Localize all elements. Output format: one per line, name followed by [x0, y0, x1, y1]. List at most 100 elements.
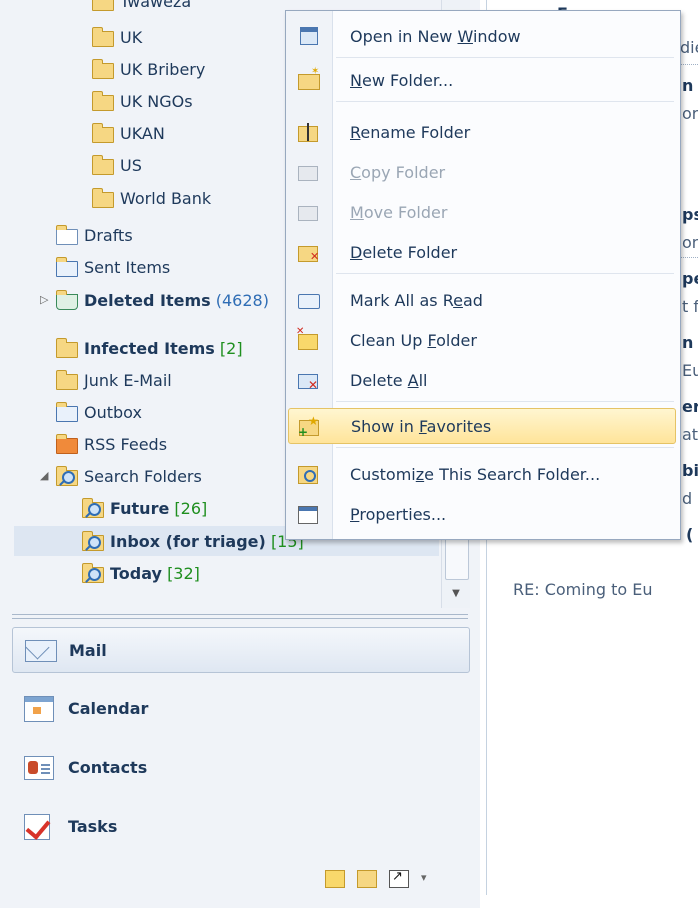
unread-count: (4628): [215, 290, 269, 310]
folder-item-uk[interactable]: UK: [92, 22, 142, 52]
pane-splitter-line: [12, 618, 468, 619]
scroll-down-arrow-icon[interactable]: ▼: [448, 588, 464, 600]
nav-calendar-button[interactable]: Calendar: [12, 686, 468, 730]
message-subject-fragment: or: [682, 104, 698, 123]
menu-item-label: Delete All: [350, 370, 428, 390]
message-subject-fragment: Eu: [682, 361, 698, 380]
menu-item-label: Show in Favorites: [351, 416, 492, 436]
contacts-icon: [22, 753, 56, 781]
nav-shortcut-bar: ▾: [325, 869, 431, 888]
menu-item-open-new-window[interactable]: Open in New Window: [288, 19, 676, 53]
expand-arrow-icon[interactable]: ▷: [40, 293, 48, 306]
folder-list-icon[interactable]: [357, 870, 377, 888]
nav-mail-button[interactable]: Mail: [12, 627, 470, 673]
clean-up-icon: [296, 326, 320, 350]
delete-folder-icon: [298, 242, 320, 263]
shortcuts-icon[interactable]: [389, 869, 409, 888]
search-folder-icon: [56, 466, 78, 486]
folder-item-rss-feeds[interactable]: RSS Feeds: [56, 429, 167, 459]
menu-item-delete-folder[interactable]: Delete Folder: [288, 235, 676, 269]
folder-item-future[interactable]: Future [26]: [82, 493, 207, 523]
menu-item-rename-folder[interactable]: Rename Folder: [288, 115, 676, 149]
menu-item-label: Move Folder: [350, 202, 448, 222]
pane-splitter[interactable]: [12, 614, 468, 615]
nav-label: Mail: [69, 640, 107, 660]
folder-label: Infected Items: [84, 338, 215, 358]
folder-item-twaweza[interactable]: Twaweza: [92, 0, 191, 16]
new-folder-icon: [298, 66, 320, 90]
collapse-arrow-icon[interactable]: ◢: [40, 469, 48, 482]
menu-item-move-folder: Move Folder: [288, 195, 676, 229]
menu-item-properties[interactable]: Properties...: [288, 497, 676, 531]
menu-item-customize-search-folder[interactable]: Customize This Search Folder...: [288, 457, 676, 491]
drafts-icon: [56, 225, 78, 245]
folder-label: Sent Items: [84, 257, 171, 277]
menu-item-clean-up-folder[interactable]: Clean Up Folder: [288, 323, 676, 357]
menu-separator: [336, 401, 674, 402]
outbox-icon: [56, 402, 78, 422]
recycle-bin-icon: [56, 290, 78, 310]
customize-search-icon: [298, 464, 320, 484]
folder-label: UK Bribery: [120, 59, 206, 79]
menu-item-label: Delete Folder: [350, 242, 458, 262]
mark-read-icon: [298, 290, 320, 310]
folder-label: US: [120, 155, 142, 175]
folder-label: Junk E-Mail: [84, 370, 172, 390]
folder-icon: [56, 338, 78, 358]
folder-item-search-folders[interactable]: Search Folders: [56, 461, 202, 491]
menu-item-delete-all[interactable]: Delete All: [288, 363, 676, 397]
message-sender-fragment: pe: [682, 269, 698, 288]
folder-item-today[interactable]: Today [32]: [82, 558, 200, 588]
folder-item-drafts[interactable]: Drafts: [56, 220, 133, 250]
folder-item-uk-bribery[interactable]: UK Bribery: [92, 54, 205, 84]
folder-context-menu: Open in New Window New Folder... Rename …: [285, 10, 681, 540]
properties-icon: [298, 504, 320, 524]
move-folder-icon: [298, 202, 320, 222]
folder-label: Deleted Items: [84, 290, 211, 310]
message-sender-fragment: ps: [682, 205, 698, 224]
folder-icon: [92, 91, 114, 111]
nav-contacts-button[interactable]: Contacts: [12, 745, 468, 789]
menu-item-mark-all-read[interactable]: Mark All as Read: [288, 283, 676, 317]
menu-item-new-folder[interactable]: New Folder...: [288, 63, 676, 97]
folder-label: Today: [110, 563, 162, 583]
folder-icon: [92, 155, 114, 175]
folder-item-junk-email[interactable]: Junk E-Mail: [56, 365, 172, 395]
menu-item-show-in-favorites[interactable]: Show in Favorites: [288, 408, 676, 444]
folder-label: Twaweza: [120, 0, 192, 11]
nav-tasks-button[interactable]: Tasks: [12, 804, 468, 848]
message-sender-fragment: n (: [682, 333, 698, 352]
folder-icon: [92, 0, 114, 11]
favorites-icon: [298, 414, 321, 439]
nav-label: Contacts: [68, 757, 148, 777]
folder-item-deleted-items[interactable]: Deleted Items (4628): [56, 285, 269, 315]
menu-item-label: Clean Up Folder: [350, 330, 477, 350]
folder-item-infected-items[interactable]: Infected Items [2]: [56, 333, 243, 363]
folder-item-sent-items[interactable]: Sent Items: [56, 252, 170, 282]
menu-separator: [336, 273, 674, 274]
configure-buttons-arrow-icon[interactable]: ▾: [421, 870, 431, 886]
menu-separator: [336, 447, 674, 448]
menu-item-label: Customize This Search Folder...: [350, 464, 601, 484]
folder-item-world-bank[interactable]: World Bank: [92, 183, 211, 213]
rss-feed-icon: [56, 434, 78, 454]
folder-item-ukan[interactable]: UKAN: [92, 118, 165, 148]
search-folder-icon: [82, 498, 104, 518]
folder-item-outbox[interactable]: Outbox: [56, 397, 142, 427]
folder-item-uk-ngos[interactable]: UK NGOs: [92, 86, 193, 116]
notes-icon[interactable]: [325, 870, 345, 888]
tasks-icon: [22, 812, 56, 840]
mail-icon: [23, 636, 57, 664]
message-subject[interactable]: RE: Coming to Eu: [513, 580, 652, 599]
folder-icon: [92, 188, 114, 208]
folder-label: UK NGOs: [120, 91, 193, 111]
delete-all-icon: [298, 370, 320, 392]
sent-items-icon: [56, 257, 78, 277]
menu-separator: [336, 57, 674, 58]
folder-label: UKAN: [120, 123, 165, 143]
item-count: [2]: [219, 338, 243, 358]
message-sender-fragment: bi: [682, 461, 698, 480]
message-subject-fragment: die: [680, 38, 698, 57]
search-folder-icon: [82, 531, 104, 551]
folder-item-us[interactable]: US: [92, 150, 142, 180]
